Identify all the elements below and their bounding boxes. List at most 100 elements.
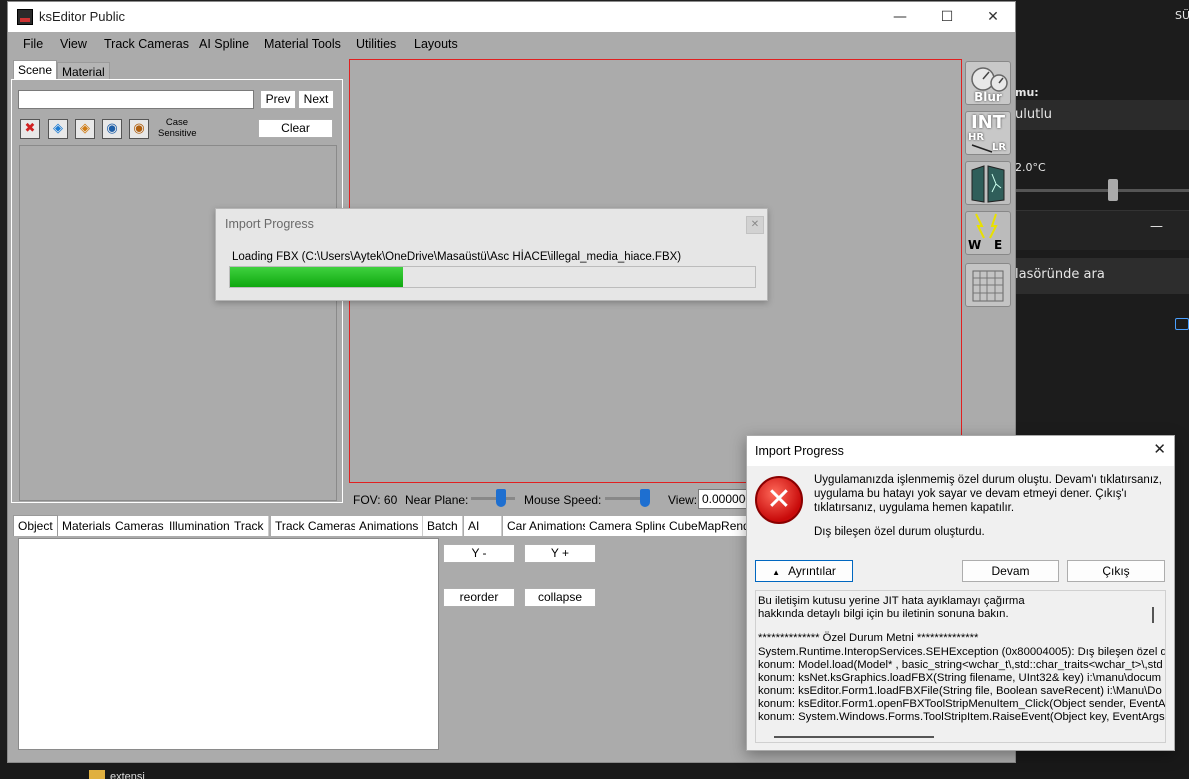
- import-progress-dialog: Import Progress ✕ Loading FBX (C:\Users\…: [215, 208, 768, 301]
- error-submessage: Dış bileşen özel durum oluşturdu.: [814, 526, 985, 538]
- menu-view[interactable]: View: [60, 37, 87, 51]
- collapse-button[interactable]: collapse: [524, 588, 596, 607]
- object-list[interactable]: [18, 538, 439, 750]
- app-logo-icon: [17, 9, 33, 25]
- error-close-icon[interactable]: ✕: [1153, 440, 1166, 458]
- error-dialog-titlebar: Import Progress ✕: [747, 436, 1174, 466]
- menu-track-cameras[interactable]: Track Cameras: [104, 37, 189, 51]
- bg-field: ulutlu: [1015, 100, 1189, 130]
- horizontal-scrollbar[interactable]: [774, 736, 934, 738]
- w-label: W: [968, 238, 982, 252]
- int-tool-button[interactable]: INT HR LR: [965, 111, 1011, 155]
- continue-button[interactable]: Devam: [962, 560, 1059, 582]
- details-line: System.Runtime.InteropServices.SEHExcept…: [758, 646, 1166, 658]
- case-label-line2: Sensitive: [158, 128, 197, 139]
- error-details-box[interactable]: Bu iletişim kutusu yerine JIT hata ayıkl…: [755, 590, 1166, 743]
- progress-dialog-title: Import Progress: [225, 217, 314, 231]
- mesh-filter-icon[interactable]: ◈: [48, 119, 68, 139]
- tab-illumination[interactable]: Illumination: [165, 516, 235, 536]
- bg-text: —: [1150, 219, 1163, 234]
- reorder-button[interactable]: reorder: [443, 588, 515, 607]
- bg-text: 2.0°C: [1015, 161, 1046, 174]
- bg-text: ulutlu: [1015, 107, 1053, 122]
- tab-ai[interactable]: AI: [464, 516, 502, 536]
- blur-tool-button[interactable]: Blur: [965, 61, 1011, 105]
- exit-button[interactable]: Çıkış: [1067, 560, 1165, 582]
- menu-utilities[interactable]: Utilities: [356, 37, 396, 51]
- progress-close-icon[interactable]: ✕: [746, 216, 764, 234]
- tab-materials[interactable]: Materials: [58, 516, 116, 536]
- near-plane-label: Near Plane:: [405, 493, 469, 507]
- chevron-up-icon: ▲: [772, 568, 781, 577]
- tab-track[interactable]: Track: [230, 516, 269, 536]
- details-line: Bu iletişim kutusu yerine JIT hata ayıkl…: [758, 595, 1025, 607]
- error-icon: ✕: [755, 476, 803, 524]
- error-dialog: Import Progress ✕ ✕ Uygulamanızda işlenm…: [746, 435, 1175, 751]
- grid-icon: [972, 270, 1004, 302]
- menu-ai-spline[interactable]: AI Spline: [199, 37, 249, 51]
- minimize-button[interactable]: —: [877, 2, 923, 32]
- grid-tool-button[interactable]: [965, 263, 1011, 307]
- bg-text: mu:: [1015, 86, 1039, 99]
- material-filter-icon[interactable]: ◉: [102, 119, 122, 139]
- scene-tree[interactable]: [19, 145, 337, 501]
- maximize-button[interactable]: ☐: [924, 2, 970, 32]
- slider-thumb[interactable]: [640, 489, 650, 507]
- clear-button[interactable]: Clear: [258, 119, 333, 138]
- blur-label: Blur: [974, 90, 1002, 104]
- tab-cubemap-render[interactable]: CubeMapRende: [665, 516, 753, 536]
- vertical-scrollbar[interactable]: [1152, 607, 1154, 623]
- mouse-speed-label: Mouse Speed:: [524, 493, 602, 507]
- tab-scene[interactable]: Scene: [13, 60, 58, 80]
- tab-cameras[interactable]: Cameras: [111, 516, 169, 536]
- menu-file[interactable]: File: [23, 37, 43, 51]
- mouse-speed-slider[interactable]: [605, 488, 650, 508]
- arrow-icon: [971, 144, 993, 153]
- tab-batch[interactable]: Batch: [423, 516, 463, 536]
- view-label: View:: [668, 493, 698, 507]
- near-plane-slider[interactable]: [471, 488, 515, 508]
- slider-thumb[interactable]: [496, 489, 506, 507]
- details-line: konum: Model.load(Model* , basic_string<…: [758, 659, 1163, 671]
- folder-icon: [89, 770, 105, 779]
- bg-slider-thumb: [1108, 179, 1118, 201]
- next-button[interactable]: Next: [298, 90, 334, 109]
- bg-search-field: lasöründe ara: [1015, 258, 1189, 294]
- bg-text: extensi: [110, 771, 145, 779]
- tab-car-animations[interactable]: Car Animations: [503, 516, 594, 536]
- y-minus-button[interactable]: Y -: [443, 544, 515, 563]
- glass-tool-button[interactable]: [965, 161, 1011, 205]
- progress-message: Loading FBX (C:\Users\Aytek\OneDrive\Mas…: [232, 251, 682, 263]
- details-button[interactable]: ▲ Ayrıntılar: [755, 560, 853, 582]
- close-button[interactable]: ✕: [970, 2, 1016, 32]
- case-label-line1: Case: [165, 117, 189, 128]
- we-tool-button[interactable]: W E: [965, 211, 1011, 255]
- e-label: E: [994, 238, 1003, 252]
- menu-material-tools[interactable]: Material Tools: [264, 37, 341, 51]
- tab-camera-spline[interactable]: Camera Spline: [585, 516, 674, 536]
- texture-filter-icon[interactable]: ◉: [129, 119, 149, 139]
- axis-filter-icon[interactable]: ✖: [20, 119, 40, 139]
- prev-button[interactable]: Prev: [260, 90, 296, 109]
- details-line: ************** Özel Durum Metni ********…: [758, 632, 979, 644]
- slider-track: [471, 497, 515, 500]
- bg-row: —: [1015, 210, 1189, 250]
- bg-slider-track: [1015, 189, 1189, 192]
- tab-track-cameras[interactable]: Track Cameras: [271, 516, 362, 536]
- progress-bar: [229, 266, 756, 288]
- bg-box-icon: [1175, 318, 1189, 330]
- details-line: konum: System.Windows.Forms.ToolStripIte…: [758, 711, 1165, 723]
- window-title: ksEditor Public: [39, 9, 125, 24]
- tab-object[interactable]: Object: [13, 515, 58, 536]
- bg-text: lasöründe ara: [1015, 267, 1105, 282]
- error-dialog-title: Import Progress: [755, 444, 844, 458]
- menu-layouts[interactable]: Layouts: [414, 37, 458, 51]
- progress-bar-fill: [230, 267, 404, 287]
- tab-animations[interactable]: Animations: [355, 516, 424, 536]
- node-filter-icon[interactable]: ◈: [75, 119, 95, 139]
- details-line: konum: ksEditor.Form1.openFBXToolStripMe…: [758, 698, 1166, 710]
- y-plus-button[interactable]: Y +: [524, 544, 596, 563]
- case-sensitive-toggle[interactable]: Case Sensitive: [158, 117, 197, 139]
- title-bar: ksEditor Public — ☐ ✕: [8, 2, 1015, 32]
- scene-search-input[interactable]: [18, 90, 254, 109]
